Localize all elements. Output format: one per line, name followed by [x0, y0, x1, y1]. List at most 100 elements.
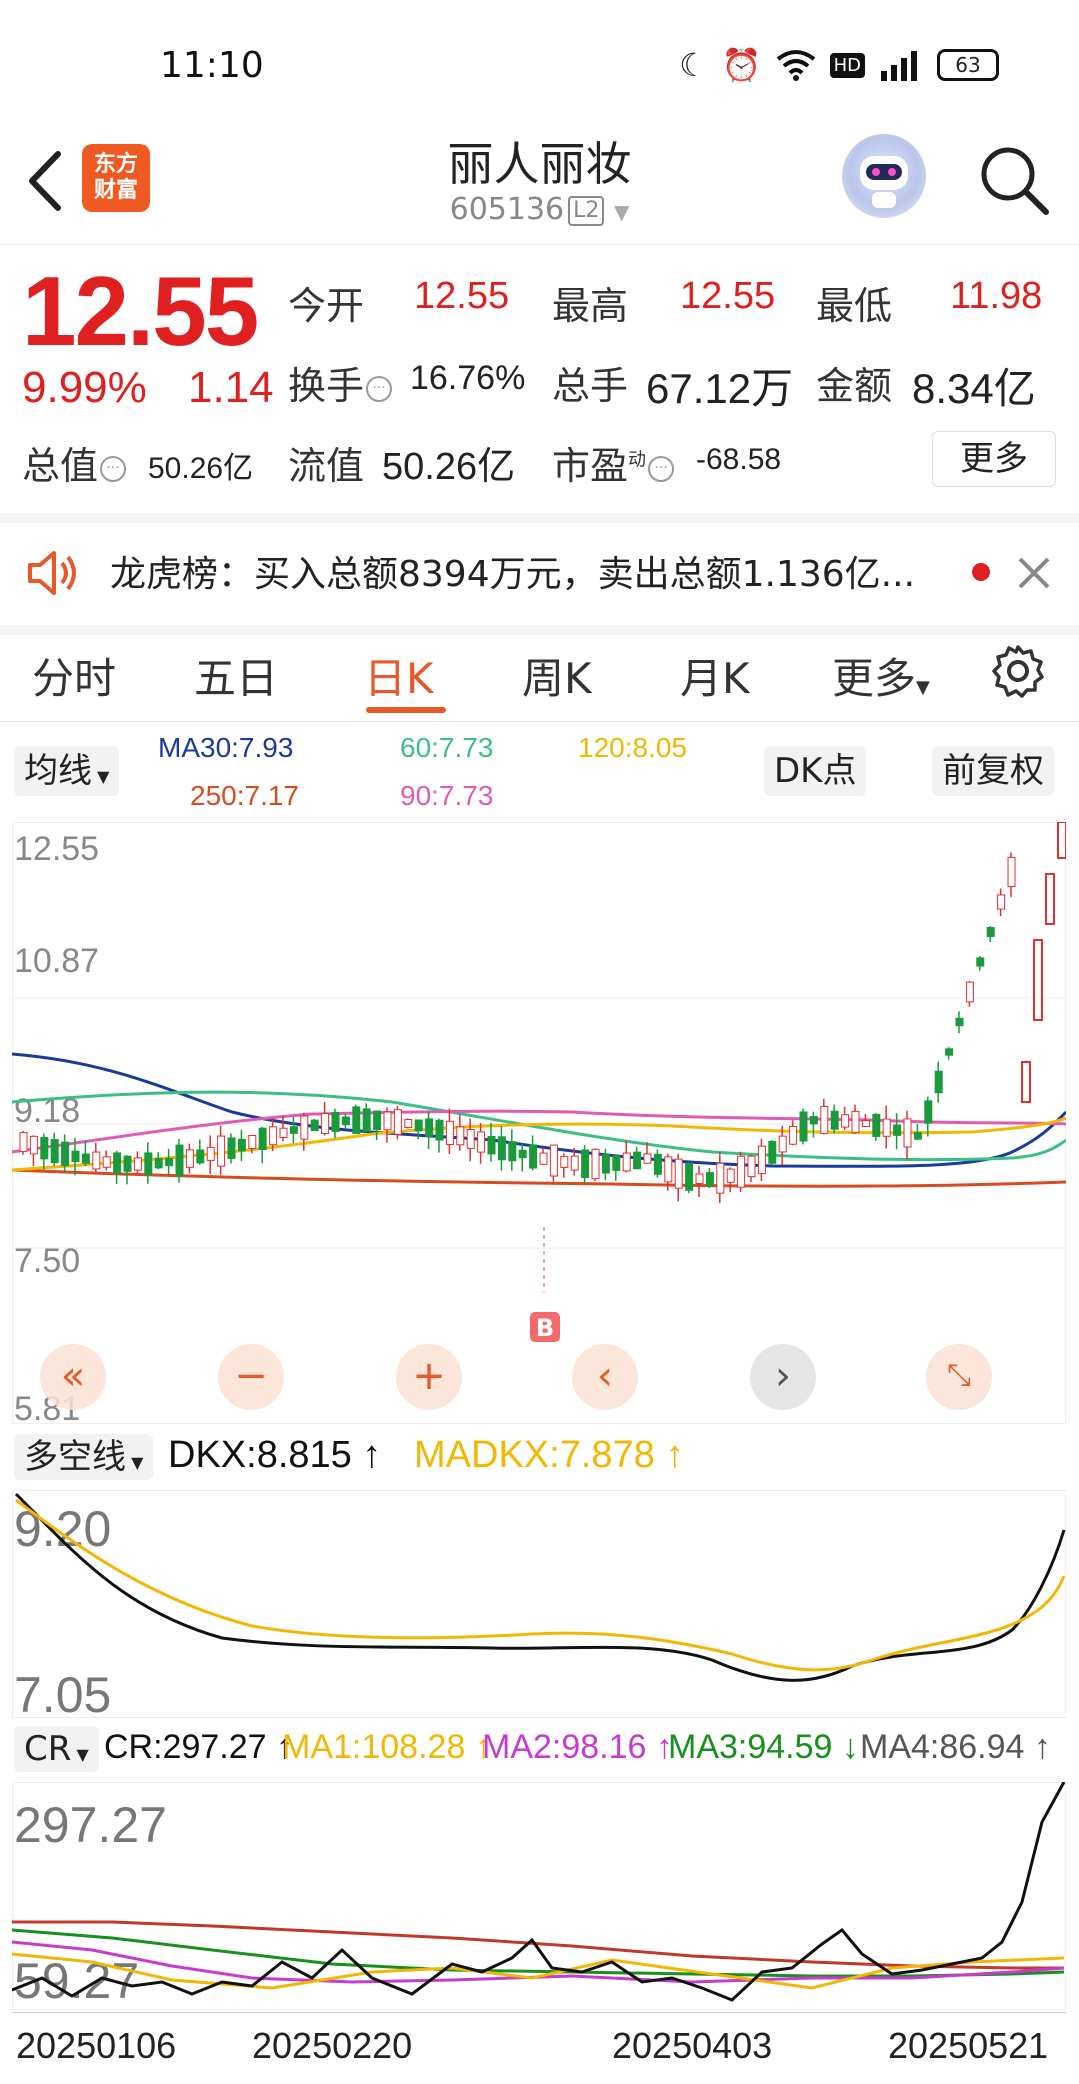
tab-minute[interactable]: 分时 — [32, 645, 116, 706]
turnover-label-text: 换手 — [288, 364, 365, 408]
caret-down-icon: ▼ — [92, 767, 110, 786]
candle — [622, 1152, 631, 1172]
ma250-value: 250:7.17 — [190, 780, 299, 811]
scroll-left-fast-button[interactable]: « — [40, 1344, 106, 1410]
candle — [924, 1100, 933, 1124]
tab-more[interactable]: 更多▼ — [832, 645, 930, 706]
notice-text: 龙虎榜：买入总额8394万元，卖出总额1.136亿... — [110, 554, 916, 595]
candle — [435, 1119, 444, 1141]
zoom-in-button[interactable]: + — [396, 1344, 462, 1410]
date-label: 20250521 — [888, 2025, 1049, 2066]
date-label: 20250106 — [16, 2025, 177, 2066]
float-label: 流值 — [288, 444, 365, 488]
volume-label: 总手 — [552, 364, 629, 408]
fullscreen-icon[interactable]: ⤡ — [926, 1344, 992, 1410]
quote-more-button[interactable]: 更多 — [932, 431, 1056, 487]
open-value: 12.55 — [414, 275, 510, 317]
status-time: 11:10 — [160, 45, 264, 86]
tab-weekly-k[interactable]: 周K — [522, 645, 592, 706]
adjust-toggle[interactable]: 前复权 — [932, 746, 1054, 796]
level2-badge: L2 — [568, 195, 605, 226]
candle — [217, 1135, 226, 1167]
candle — [92, 1151, 101, 1170]
candle — [341, 1116, 350, 1126]
cr-value: CR:297.27 ↑ — [104, 1728, 293, 1767]
cr-selector-label: CR — [24, 1729, 72, 1769]
turnover-value: 16.76% — [410, 359, 526, 397]
ai-assistant-avatar[interactable] — [842, 134, 926, 218]
notice-bar[interactable]: 龙虎榜：买入总额8394万元，卖出总额1.136亿... — [0, 513, 1079, 635]
candle — [1045, 873, 1055, 925]
candle — [820, 1105, 829, 1135]
buy-marker-label: B — [536, 1314, 554, 1342]
info-icon[interactable]: ··· — [648, 455, 675, 482]
up-arrow-icon: ↑ — [362, 1434, 382, 1476]
candle — [393, 1109, 402, 1135]
candle — [768, 1140, 777, 1164]
candle — [841, 1114, 850, 1128]
candle — [362, 1108, 371, 1132]
candle — [497, 1136, 506, 1161]
turnover-label: 换手 ··· — [288, 355, 393, 410]
candle — [643, 1153, 652, 1164]
candle — [414, 1119, 423, 1132]
candle — [237, 1138, 246, 1152]
battery-icon: 63 — [937, 49, 999, 81]
candle — [965, 981, 974, 1003]
ma90-value: 90:7.73 — [400, 780, 494, 811]
candle — [29, 1135, 38, 1155]
candle — [466, 1128, 475, 1149]
candle — [227, 1137, 236, 1159]
candle — [113, 1152, 122, 1174]
candle — [539, 1152, 548, 1165]
zoom-out-button[interactable]: − — [218, 1344, 284, 1410]
float-value: 50.26亿 — [382, 446, 516, 488]
candle — [674, 1158, 683, 1189]
candle — [123, 1155, 132, 1172]
cr-selector[interactable]: CR ▼ — [14, 1726, 99, 1772]
candle — [737, 1155, 746, 1188]
info-icon[interactable]: ··· — [366, 375, 393, 402]
cr-ma4-text: MA4:86.94 — [860, 1728, 1025, 1766]
cr-ma1-value: MA1:108.28 ↑ — [282, 1728, 492, 1767]
candle — [383, 1111, 392, 1131]
info-icon[interactable]: ··· — [100, 455, 127, 482]
search-icon[interactable] — [976, 142, 1052, 218]
candle — [851, 1110, 860, 1134]
ma-selector[interactable]: 均线 ▼ — [14, 746, 120, 796]
candle — [71, 1150, 80, 1163]
dkx-selector[interactable]: 多空线 ▼ — [14, 1434, 154, 1480]
kline-chart[interactable]: 12.55 10.87 9.18 7.50 5.81 B — [12, 822, 1066, 1424]
candle — [591, 1148, 600, 1180]
cr-y-top: 297.27 — [14, 1797, 167, 1853]
candle — [175, 1144, 184, 1177]
dk-point-toggle[interactable]: DK点 — [764, 746, 867, 796]
dkx-value: DKX:8.815 ↑ — [168, 1434, 381, 1477]
tab-more-label: 更多 — [832, 654, 917, 703]
candle — [425, 1118, 434, 1137]
candle — [331, 1112, 340, 1132]
candle — [560, 1156, 569, 1168]
cr-chart[interactable]: 297.27 59.27 — [12, 1782, 1066, 2010]
ma-selector-label: 均线 — [24, 751, 92, 791]
candle — [757, 1145, 766, 1175]
signal-icon — [881, 51, 917, 81]
tab-daily-k[interactable]: 日K — [364, 645, 434, 706]
dkx-chart[interactable]: 9.20 7.05 — [12, 1490, 1066, 1718]
settings-gear-icon[interactable] — [990, 643, 1046, 699]
close-icon[interactable] — [1016, 555, 1052, 591]
ma60-value: 60:7.73 — [400, 732, 494, 763]
candle — [196, 1149, 205, 1164]
moon-icon: ☾ — [679, 46, 708, 84]
scroll-right-button[interactable]: › — [750, 1344, 816, 1410]
candle — [1007, 856, 1016, 888]
scroll-left-button[interactable]: ‹ — [572, 1344, 638, 1410]
change-percent: 9.99% — [22, 363, 147, 412]
open-label: 今开 — [288, 284, 365, 328]
tab-monthly-k[interactable]: 月K — [680, 645, 750, 706]
candle — [258, 1127, 267, 1150]
tab-five-day[interactable]: 五日 — [194, 645, 278, 706]
caret-down-icon: ▼ — [71, 1745, 89, 1764]
status-icons: ☾ ⏰ HD 63 — [679, 45, 999, 85]
dkx-text: DKX:8.815 — [168, 1434, 352, 1476]
